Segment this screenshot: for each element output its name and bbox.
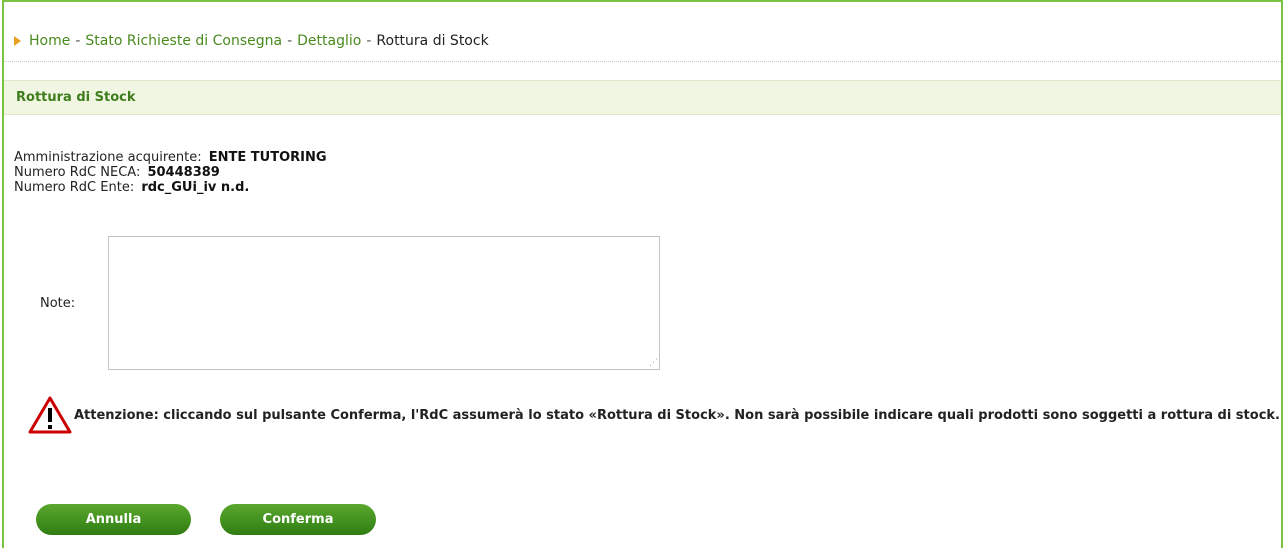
rdc-ente-label: Numero RdC Ente: — [14, 180, 135, 195]
breadcrumb-separator: - — [287, 33, 293, 49]
breadcrumb-current: Rottura di Stock — [376, 33, 489, 49]
rdc-ente-value: rdc_GUi_iv n.d. — [141, 180, 250, 195]
note-label: Note: — [40, 296, 76, 311]
amministrazione-label: Amministrazione acquirente: — [14, 150, 202, 165]
breadcrumb-arrow-icon — [14, 36, 21, 46]
section-title: Rottura di Stock — [16, 90, 136, 105]
info-row-rdc-ente: Numero RdC Ente: rdc_GUi_iv n.d. — [14, 180, 327, 195]
conferma-button[interactable]: Conferma — [220, 504, 376, 535]
breadcrumb-link-home[interactable]: Home — [29, 33, 70, 49]
breadcrumb-divider — [4, 61, 1281, 62]
amministrazione-value: ENTE TUTORING — [208, 150, 327, 165]
breadcrumb-separator: - — [366, 33, 372, 49]
resize-grip-icon[interactable]: ⋰ — [648, 358, 658, 368]
info-row-amministrazione: Amministrazione acquirente: ENTE TUTORIN… — [14, 150, 327, 165]
breadcrumb-link-dettaglio[interactable]: Dettaglio — [297, 33, 361, 49]
breadcrumb-link-stato-richieste[interactable]: Stato Richieste di Consegna — [85, 33, 282, 49]
warning-triangle-icon — [28, 396, 72, 434]
rdc-neca-label: Numero RdC NECA: — [14, 165, 141, 180]
note-textarea[interactable] — [108, 236, 660, 370]
page-frame: Home - Stato Richieste di Consegna - Det… — [2, 0, 1283, 548]
breadcrumb: Home - Stato Richieste di Consegna - Det… — [14, 30, 489, 52]
breadcrumb-separator: - — [75, 33, 81, 49]
section-header: Rottura di Stock — [4, 80, 1281, 115]
rdc-neca-value: 50448389 — [147, 165, 220, 180]
info-row-rdc-neca: Numero RdC NECA: 50448389 — [14, 165, 327, 180]
warning-text: Attenzione: cliccando sul pulsante Confe… — [74, 407, 1280, 423]
warning-message: Attenzione: cliccando sul pulsante Confe… — [28, 396, 1280, 434]
rdc-info: Amministrazione acquirente: ENTE TUTORIN… — [14, 150, 327, 195]
annulla-button[interactable]: Annulla — [36, 504, 191, 535]
